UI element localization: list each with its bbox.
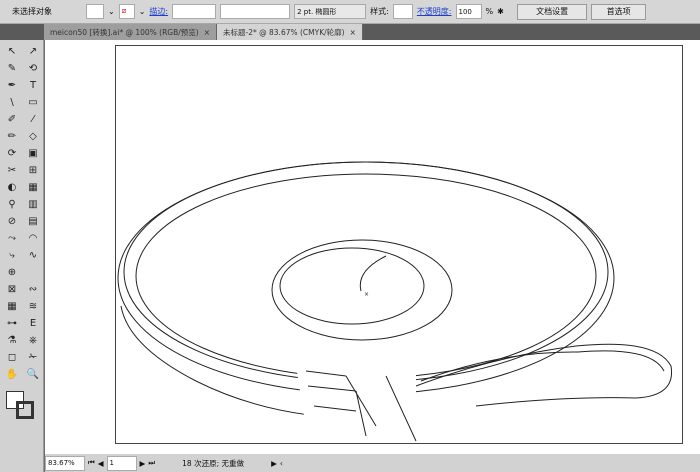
tab-untitled-2[interactable]: 未标题-2* @ 83.67% (CMYK/轮廓) × xyxy=(217,24,363,40)
tool-button[interactable]: ⊕ xyxy=(2,264,22,280)
tool-button[interactable]: ⊞ xyxy=(23,162,43,178)
document-setup-button[interactable]: 文档设置 xyxy=(517,3,588,20)
zoom-field[interactable]: 83.67% xyxy=(45,455,85,471)
close-icon[interactable]: × xyxy=(204,28,210,37)
tool-button[interactable]: ▣ xyxy=(23,145,43,161)
tools-panel: ↖ ↗ ✎ ⟲ ✒ T \ ▭ ✐ ⁄ ✏ ◇ ⟳ ▣ ✂ ⊞ ◐ ▦ ⚲ ▥ ⊘ ▤ ⤳ ◠ ⤷ ∿ ⊕ ⊠ ∾ ▦ ≋ ⊶ E ⚗ ⎈ ◻ ✁ ✋ 🔍 xyxy=(0,40,44,472)
tool-button[interactable]: ✂ xyxy=(2,162,22,178)
status-menu-icon[interactable]: ▶ xyxy=(271,459,277,468)
center-mark: × xyxy=(364,291,369,298)
tool-button[interactable]: ⊘ xyxy=(2,213,22,229)
tool-button[interactable]: ↖ xyxy=(2,43,22,59)
tool-button[interactable]: 🔍 xyxy=(23,366,43,382)
fill-swatch[interactable] xyxy=(86,4,104,19)
chevron-down-icon[interactable]: ⌄ xyxy=(108,7,115,16)
tool-button[interactable]: ▭ xyxy=(23,94,43,110)
prev-page-icon[interactable]: ◀ xyxy=(98,459,104,468)
fill-stroke-swatches[interactable] xyxy=(4,389,39,419)
tool-button[interactable]: \ xyxy=(2,94,22,110)
last-page-icon[interactable]: ⏭ xyxy=(148,458,155,468)
selection-label: 未选择对象 xyxy=(12,7,52,16)
brush-select[interactable]: 2 pt. 椭圆形 xyxy=(294,4,367,19)
status-bar: 83.67% ⏮ ◀ 1 ▶ ⏭ 18 次还原; 无重做 ▶ ‹ xyxy=(45,454,700,472)
tool-button[interactable]: ◠ xyxy=(23,230,43,246)
stroke-weight-field[interactable] xyxy=(172,4,217,19)
tool-button[interactable]: ▦ xyxy=(2,298,22,314)
tool-button[interactable]: ⚲ xyxy=(2,196,22,212)
scroll-left-icon[interactable]: ‹ xyxy=(280,459,283,468)
tool-button[interactable]: ⤷ xyxy=(2,247,22,263)
tool-button[interactable]: ⤳ xyxy=(2,230,22,246)
tool-button[interactable]: ∿ xyxy=(23,247,43,263)
status-message: 18 次还原; 无重做 xyxy=(182,458,244,468)
tool-button[interactable]: ⎈ xyxy=(23,332,43,348)
tool-button[interactable]: ▥ xyxy=(23,196,43,212)
tool-button[interactable]: ⚗ xyxy=(2,332,22,348)
tool-button[interactable]: ✒ xyxy=(2,77,22,93)
page-field[interactable]: 1 xyxy=(106,455,137,471)
tool-button[interactable]: ⊶ xyxy=(2,315,22,331)
tool-button[interactable]: ⟳ xyxy=(2,145,22,161)
tool-button[interactable]: ▦ xyxy=(23,179,43,195)
tool-button[interactable]: ◐ xyxy=(2,179,22,195)
document-tabs: meicon50 [转换].ai* @ 100% (RGB/预览) × 未标题-2… xyxy=(0,24,700,40)
tool-button[interactable]: ✏ xyxy=(2,128,22,144)
tool-button[interactable]: ✎ xyxy=(2,60,22,76)
artboard[interactable]: × xyxy=(115,45,683,444)
tool-button[interactable]: T xyxy=(23,77,43,93)
opacity-field[interactable]: 100 xyxy=(455,4,482,19)
opacity-unit: % xyxy=(485,7,494,16)
plate-artwork: × xyxy=(117,161,673,442)
canvas[interactable]: × xyxy=(45,40,700,454)
tool-button[interactable]: ⁄ xyxy=(23,111,43,127)
tab-label: 未标题-2* @ 83.67% (CMYK/轮廓) xyxy=(223,27,345,37)
tool-button[interactable]: ◻ xyxy=(2,349,22,365)
tool-button[interactable]: ✐ xyxy=(2,111,22,127)
tool-button[interactable]: ≋ xyxy=(23,298,43,314)
tool-button[interactable] xyxy=(23,264,43,280)
tool-button[interactable]: ▤ xyxy=(23,213,43,229)
next-page-icon[interactable]: ▶ xyxy=(140,459,146,468)
tool-button[interactable]: ⊠ xyxy=(2,281,22,297)
tool-button[interactable]: ↗ xyxy=(23,43,43,59)
tab-label: meicon50 [转换].ai* @ 100% (RGB/预览) xyxy=(50,27,199,37)
stroke-swatch[interactable]: ⧄ xyxy=(118,4,135,19)
chevron-down-icon[interactable]: ⌄ xyxy=(139,7,146,16)
tool-button[interactable]: ∾ xyxy=(23,281,43,297)
preferences-button[interactable]: 首选项 xyxy=(591,3,647,20)
opacity-link[interactable]: 不透明度: xyxy=(417,6,452,17)
style-select[interactable] xyxy=(392,4,413,19)
tool-button[interactable]: ⟲ xyxy=(23,60,43,76)
first-page-icon[interactable]: ⏮ xyxy=(88,458,95,468)
tool-button[interactable]: E xyxy=(23,315,43,331)
stroke-link[interactable]: 描边: xyxy=(149,6,168,17)
control-bar: 未选择对象 ⌄ ⧄ ⌄ 描边: 2 pt. 椭圆形 样式: 不透明度: 100 %… xyxy=(0,0,700,24)
tool-button[interactable]: ✁ xyxy=(23,349,43,365)
tab-meicon50[interactable]: meicon50 [转换].ai* @ 100% (RGB/预览) × xyxy=(44,24,218,40)
close-icon[interactable]: × xyxy=(350,28,356,37)
style-label: 样式: xyxy=(370,7,389,16)
tool-button[interactable]: ✋ xyxy=(2,366,22,382)
tool-button[interactable]: ◇ xyxy=(23,128,43,144)
variable-width-select[interactable] xyxy=(220,4,291,19)
align-icon[interactable]: ✱ xyxy=(497,7,513,16)
